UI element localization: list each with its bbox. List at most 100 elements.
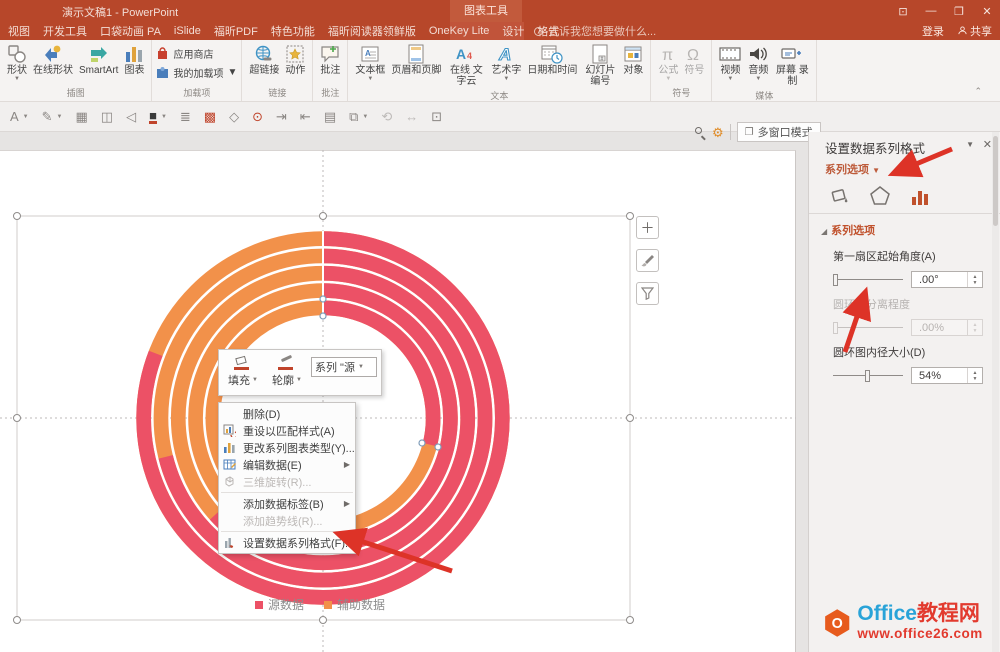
- fill-color-swatch-icon[interactable]: ■: [149, 110, 157, 124]
- first-slice-angle-input[interactable]: .00° ▲▼: [911, 271, 983, 288]
- app-store-button[interactable]: 应用商店: [156, 46, 237, 61]
- restore-icon[interactable]: ❐: [952, 5, 966, 18]
- close-icon[interactable]: ✕: [980, 5, 994, 18]
- rotate-icon[interactable]: ⟲: [381, 109, 392, 125]
- doughnut-chart[interactable]: [0, 150, 808, 652]
- online-shapes-icon: [43, 44, 63, 64]
- outline-button[interactable]: 轮廓▼: [267, 357, 307, 388]
- speaker-icon[interactable]: ◁: [126, 109, 136, 125]
- series-options-tab-icon[interactable]: [909, 186, 931, 208]
- tab-format[interactable]: 格式: [537, 23, 559, 39]
- svg-text:π: π: [662, 47, 673, 64]
- doughnut-explosion-input: .00% ▲▼: [911, 319, 983, 336]
- format-data-series-panel: 设置数据系列格式 ▼ ✕ 系列选项 ▼ ◢系列选项 第一扇区起始角度(A) .0…: [808, 132, 1000, 652]
- align-text-icon[interactable]: ≣: [180, 109, 191, 125]
- sign-in-button[interactable]: 登录: [922, 23, 944, 39]
- legend-item-aux[interactable]: 辅助数据: [324, 596, 385, 613]
- chevron-down-icon[interactable]: ▼: [966, 140, 974, 149]
- menu-item-reset-style[interactable]: 重设以匹配样式(A): [219, 422, 355, 439]
- spinner-arrows-icon[interactable]: ▲▼: [967, 272, 982, 287]
- tab-foxit-reader[interactable]: 福昕阅读器领鲜版: [328, 23, 416, 39]
- menu-item-add-data-labels[interactable]: 添加数据标签(B) ▶: [219, 495, 355, 512]
- zoom-tool-icon[interactable]: [694, 126, 706, 138]
- shapes-button[interactable]: 形状▼: [4, 42, 30, 83]
- smartart-button[interactable]: SmartArt: [76, 42, 121, 77]
- image-placeholder-icon[interactable]: ▤: [324, 109, 336, 125]
- table-icon[interactable]: ▦: [75, 109, 87, 125]
- menu-item-delete[interactable]: 删除(D): [219, 405, 355, 422]
- tab-design[interactable]: 设计: [502, 23, 524, 39]
- fill-line-tab-icon[interactable]: [829, 185, 851, 207]
- tab-developer[interactable]: 开发工具: [43, 23, 87, 39]
- tab-special-features[interactable]: 特色功能: [271, 23, 315, 39]
- chart-button[interactable]: 图表: [121, 42, 147, 77]
- doughnut-hole-size-label: 圆环图内径大小(D): [809, 338, 1000, 360]
- svg-text:A: A: [456, 46, 466, 62]
- shape-diamond-icon[interactable]: ◇: [229, 109, 239, 125]
- tab-onekey-lite[interactable]: OneKey Lite: [429, 25, 490, 37]
- header-footer-button[interactable]: 页眉和页脚: [388, 42, 444, 77]
- pattern-grid-icon[interactable]: ▩: [204, 109, 216, 125]
- menu-item-format-data-series[interactable]: 设置数据系列格式(F)...: [219, 534, 355, 551]
- comment-button[interactable]: 批注: [317, 42, 343, 77]
- hyperlink-button[interactable]: 超链接: [246, 42, 282, 77]
- wordart-button[interactable]: A 艺术字▼: [488, 42, 524, 83]
- fill-button[interactable]: 填充▼: [223, 357, 263, 388]
- tab-islide[interactable]: iSlide: [174, 25, 201, 37]
- tab-view[interactable]: 视图: [8, 23, 30, 39]
- gear-icon[interactable]: ⚙: [712, 126, 724, 139]
- format-brush-icon[interactable]: ✎: [42, 109, 53, 125]
- chart-element-selector[interactable]: 系列 "源 ▼: [311, 357, 377, 377]
- chart-styles-button[interactable]: [636, 249, 659, 272]
- series-options-dropdown[interactable]: 系列选项 ▼: [809, 157, 1000, 177]
- screen-record-button[interactable]: 屏幕 录制: [772, 42, 812, 88]
- tab-pocket-animation[interactable]: 口袋动画 PA: [100, 23, 161, 39]
- menu-item-change-chart-type[interactable]: 更改系列图表类型(Y)...: [219, 439, 355, 456]
- share-button[interactable]: 共享: [958, 23, 992, 39]
- menu-separator: [221, 492, 353, 493]
- ribbon-tab-bar: 视图 开发工具 口袋动画 PA iSlide 福昕PDF 特色功能 福昕阅读器领…: [0, 22, 1000, 40]
- chart-elements-button[interactable]: ＋: [636, 216, 659, 239]
- target-icon[interactable]: ⊙: [252, 109, 263, 125]
- outdent-icon[interactable]: ⇤: [300, 109, 311, 125]
- ribbon-display-options-icon[interactable]: ⊡: [896, 5, 910, 18]
- chart-legend[interactable]: 源数据 辅助数据: [255, 596, 385, 613]
- menu-item-edit-data[interactable]: 编辑数据(E) ▶: [219, 456, 355, 473]
- spinner-arrows-icon[interactable]: ▲▼: [967, 368, 982, 383]
- chevron-down-icon: ▼: [14, 76, 20, 82]
- chart-filters-button[interactable]: [636, 282, 659, 305]
- doughnut-hole-size-input[interactable]: 54% ▲▼: [911, 367, 983, 384]
- first-slice-angle-slider[interactable]: [833, 274, 903, 286]
- lock-icon[interactable]: ◫: [101, 109, 113, 125]
- font-color-icon[interactable]: A: [10, 109, 19, 125]
- header-footer-icon: [407, 44, 425, 64]
- minimize-icon[interactable]: —: [924, 5, 938, 17]
- doughnut-hole-size-slider[interactable]: [833, 370, 903, 382]
- paint-bucket-icon: [234, 357, 252, 370]
- collapse-ribbon-icon[interactable]: ⌃: [974, 86, 982, 97]
- paste-icon[interactable]: ⧉: [349, 109, 358, 125]
- panel-scrollbar[interactable]: [992, 132, 999, 652]
- object-icon: [623, 44, 643, 64]
- action-button[interactable]: 动作: [282, 42, 308, 77]
- my-addins-button[interactable]: 我的加载项 ▼: [156, 65, 237, 80]
- distribute-icon[interactable]: ↔: [405, 109, 418, 125]
- object-button[interactable]: 对象: [620, 42, 646, 77]
- slide-number-button[interactable]: # 幻灯片 编号: [580, 42, 620, 88]
- video-button[interactable]: 视频▼: [716, 42, 744, 83]
- close-icon[interactable]: ✕: [983, 138, 992, 151]
- textbox-button[interactable]: A 文本框▼: [352, 42, 388, 83]
- fit-window-icon[interactable]: ⊡: [431, 109, 442, 125]
- indent-icon[interactable]: ⇥: [276, 109, 287, 125]
- word-cloud-button[interactable]: A4 在线 文字云: [444, 42, 488, 88]
- legend-item-source[interactable]: 源数据: [255, 596, 304, 613]
- effects-tab-icon[interactable]: [869, 185, 891, 207]
- audio-button[interactable]: 音频▼: [744, 42, 772, 83]
- watermark-brand-zh: 教程网: [917, 602, 980, 625]
- svg-text:A: A: [498, 45, 511, 64]
- view-strip-toolbar: ⚙ ❐ 多窗口模式: [694, 122, 821, 142]
- online-shapes-button[interactable]: 在线形状: [30, 42, 76, 77]
- series-options-section-header[interactable]: ◢系列选项: [809, 214, 1000, 242]
- tab-foxit-pdf[interactable]: 福昕PDF: [214, 23, 258, 39]
- date-time-button[interactable]: 日期和时间: [524, 42, 580, 77]
